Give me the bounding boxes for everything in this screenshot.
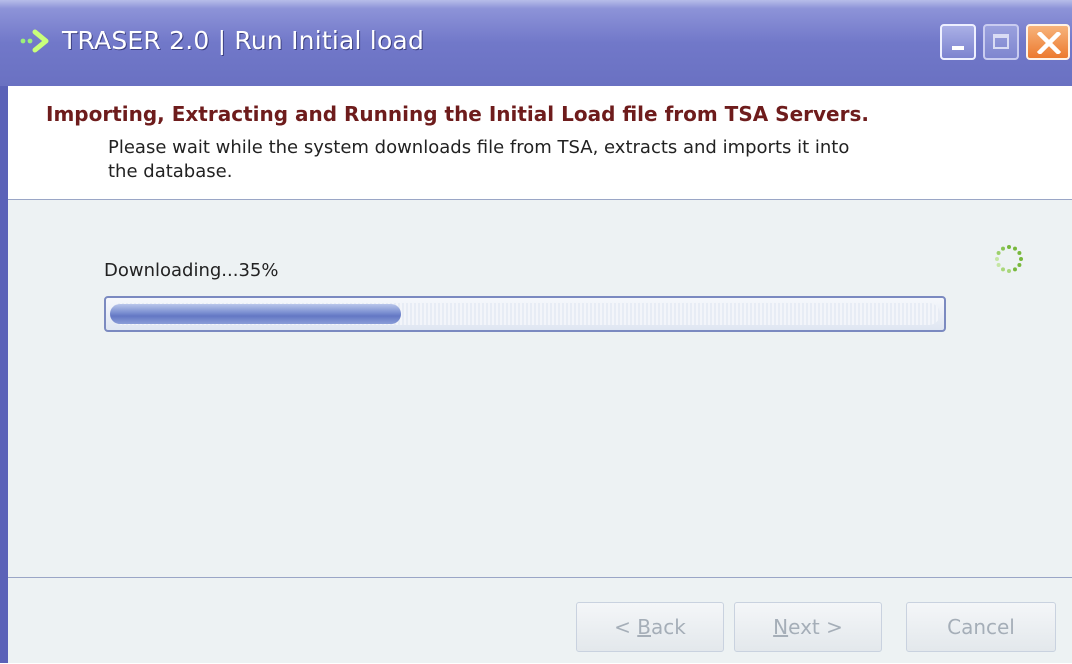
page-description: Please wait while the system downloads f… bbox=[108, 137, 850, 182]
wizard-header: Importing, Extracting and Running the In… bbox=[8, 86, 1072, 200]
maximize-button[interactable] bbox=[983, 24, 1019, 60]
cancel-button[interactable]: Cancel bbox=[906, 602, 1056, 652]
next-button-mnemonic: N bbox=[773, 615, 789, 639]
wizard-footer: < Back Next > Cancel bbox=[8, 577, 1072, 664]
spinner-icon bbox=[995, 245, 1023, 273]
page-title: Importing, Extracting and Running the In… bbox=[46, 102, 869, 126]
back-button[interactable]: < Back bbox=[576, 602, 724, 652]
close-icon bbox=[1037, 32, 1061, 54]
progress-fill bbox=[110, 304, 401, 324]
window-title: TRASER 2.0 | Run Initial load bbox=[62, 26, 425, 55]
arrow-icon bbox=[20, 29, 49, 53]
minimize-icon bbox=[952, 46, 964, 50]
next-button[interactable]: Next > bbox=[734, 602, 882, 652]
back-button-prefix: < bbox=[614, 615, 638, 639]
minimize-button[interactable] bbox=[940, 24, 976, 60]
download-progress-bar bbox=[104, 296, 946, 332]
maximize-icon bbox=[993, 34, 1009, 49]
back-button-mnemonic: B bbox=[637, 615, 651, 639]
title-bar[interactable]: TRASER 2.0 | Run Initial load bbox=[0, 0, 1072, 86]
wizard-window: TRASER 2.0 | Run Initial load Importing,… bbox=[0, 0, 1072, 663]
close-button[interactable] bbox=[1026, 24, 1070, 60]
back-button-label: ack bbox=[651, 615, 686, 639]
next-button-label: ext > bbox=[788, 615, 843, 639]
download-status-label: Downloading...35% bbox=[104, 260, 279, 281]
wizard-content: Downloading...35% bbox=[8, 200, 1072, 576]
